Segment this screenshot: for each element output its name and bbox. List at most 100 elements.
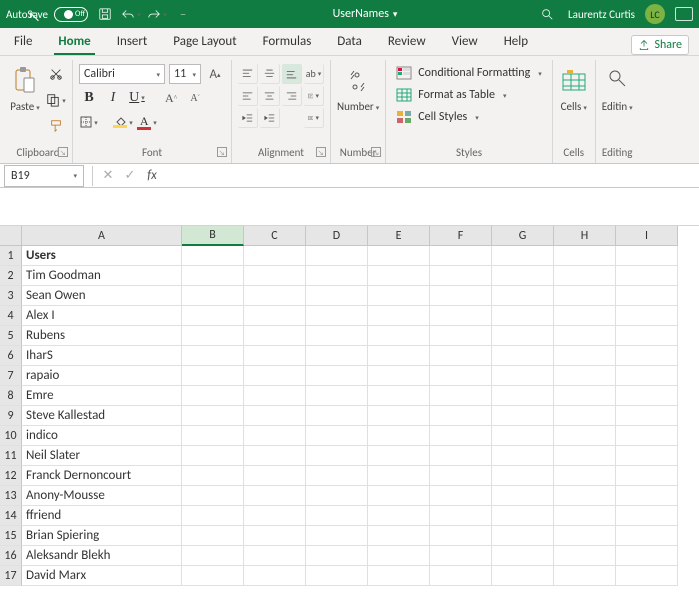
name-box[interactable]: B19 <box>4 165 84 187</box>
cell[interactable] <box>430 466 492 486</box>
bold-button[interactable]: B <box>79 88 99 108</box>
cell[interactable] <box>554 306 616 326</box>
cell[interactable] <box>244 466 306 486</box>
cell[interactable]: Alex I <box>22 306 182 326</box>
cell[interactable]: Franck Dernoncourt <box>22 466 182 486</box>
cell[interactable] <box>430 366 492 386</box>
cell[interactable] <box>616 486 678 506</box>
font-size-select[interactable]: 11 <box>169 64 201 84</box>
col-header[interactable]: F <box>430 226 492 246</box>
cell[interactable] <box>430 406 492 426</box>
cell[interactable] <box>554 446 616 466</box>
cell[interactable] <box>616 466 678 486</box>
cell[interactable] <box>616 266 678 286</box>
copy-button[interactable] <box>46 90 66 110</box>
cell[interactable] <box>306 266 368 286</box>
cell[interactable] <box>616 566 678 586</box>
align-middle-icon[interactable] <box>260 64 280 84</box>
cell[interactable] <box>306 566 368 586</box>
cell[interactable] <box>554 526 616 546</box>
cell[interactable] <box>554 486 616 506</box>
align-bottom-icon[interactable] <box>282 64 302 84</box>
row-header[interactable]: 13 <box>0 486 22 506</box>
formula-input[interactable] <box>163 165 699 187</box>
cell[interactable] <box>616 306 678 326</box>
cell[interactable] <box>368 426 430 446</box>
cell[interactable] <box>244 346 306 366</box>
cell[interactable] <box>182 306 244 326</box>
cell[interactable] <box>368 506 430 526</box>
cell[interactable] <box>306 386 368 406</box>
cell[interactable] <box>244 366 306 386</box>
cell[interactable] <box>616 426 678 446</box>
cell[interactable] <box>492 246 554 266</box>
row-header[interactable]: 2 <box>0 266 22 286</box>
cell[interactable] <box>430 566 492 586</box>
cell[interactable] <box>492 566 554 586</box>
cell[interactable] <box>492 366 554 386</box>
enter-formula-button[interactable]: ✓ <box>119 166 141 186</box>
cell[interactable] <box>368 246 430 266</box>
row-header[interactable]: 15 <box>0 526 22 546</box>
cell[interactable] <box>306 426 368 446</box>
cell[interactable]: Aleksandr Blekh <box>22 546 182 566</box>
qat-dropdown[interactable]: ⎯ <box>172 3 194 25</box>
cell[interactable] <box>306 486 368 506</box>
cell[interactable]: Steve Kallestad <box>22 406 182 426</box>
cell[interactable] <box>554 466 616 486</box>
cell[interactable] <box>368 306 430 326</box>
cell[interactable] <box>430 506 492 526</box>
cell[interactable] <box>554 566 616 586</box>
font-dialog-launcher[interactable]: ↘ <box>217 147 227 157</box>
cell[interactable] <box>182 566 244 586</box>
format-painter-button[interactable] <box>46 116 66 136</box>
cell[interactable] <box>182 526 244 546</box>
avatar[interactable]: LC <box>645 4 665 24</box>
col-header[interactable]: D <box>306 226 368 246</box>
cell[interactable] <box>554 406 616 426</box>
cell[interactable] <box>616 286 678 306</box>
cell[interactable] <box>492 286 554 306</box>
cell[interactable] <box>306 286 368 306</box>
cell[interactable] <box>182 346 244 366</box>
cell[interactable] <box>244 326 306 346</box>
clipboard-dialog-launcher[interactable]: ↘ <box>58 147 68 157</box>
cell[interactable] <box>554 386 616 406</box>
cancel-formula-button[interactable]: ✕ <box>97 166 119 186</box>
row-header[interactable]: 4 <box>0 306 22 326</box>
cell[interactable] <box>430 306 492 326</box>
editing-button[interactable]: Editin <box>602 64 633 113</box>
cell[interactable] <box>182 326 244 346</box>
cell[interactable] <box>492 346 554 366</box>
increase-indent-icon[interactable] <box>260 108 280 128</box>
user-name[interactable]: Laurentz Curtis <box>568 8 635 21</box>
cell[interactable]: Rubens <box>22 326 182 346</box>
tab-view[interactable]: View <box>448 30 482 55</box>
cell[interactable] <box>616 506 678 526</box>
cell[interactable] <box>182 246 244 266</box>
row-header[interactable]: 12 <box>0 466 22 486</box>
cell[interactable] <box>182 386 244 406</box>
cell[interactable]: Emre <box>22 386 182 406</box>
cell[interactable] <box>368 466 430 486</box>
orientation-icon[interactable]: ab <box>304 64 324 84</box>
cell[interactable] <box>368 566 430 586</box>
cell[interactable] <box>306 446 368 466</box>
spreadsheet-grid[interactable]: ABCDEFGHI1Users2Tim Goodman3Sean Owen4Al… <box>0 226 699 586</box>
cell[interactable] <box>492 546 554 566</box>
share-button[interactable]: Share <box>631 35 689 55</box>
cell[interactable]: Users <box>22 246 182 266</box>
cell[interactable] <box>554 426 616 446</box>
cell[interactable]: IharS <box>22 346 182 366</box>
row-header[interactable]: 8 <box>0 386 22 406</box>
tab-help[interactable]: Help <box>500 30 532 55</box>
cell[interactable] <box>616 366 678 386</box>
cell[interactable] <box>616 406 678 426</box>
conditional-formatting-button[interactable]: Conditional Formatting <box>392 64 545 82</box>
cell[interactable] <box>306 306 368 326</box>
cell[interactable] <box>244 286 306 306</box>
row-header[interactable]: 7 <box>0 366 22 386</box>
cell[interactable] <box>182 506 244 526</box>
cell[interactable] <box>368 446 430 466</box>
decrease-font-size-icon[interactable]: Aˇ <box>185 88 205 108</box>
